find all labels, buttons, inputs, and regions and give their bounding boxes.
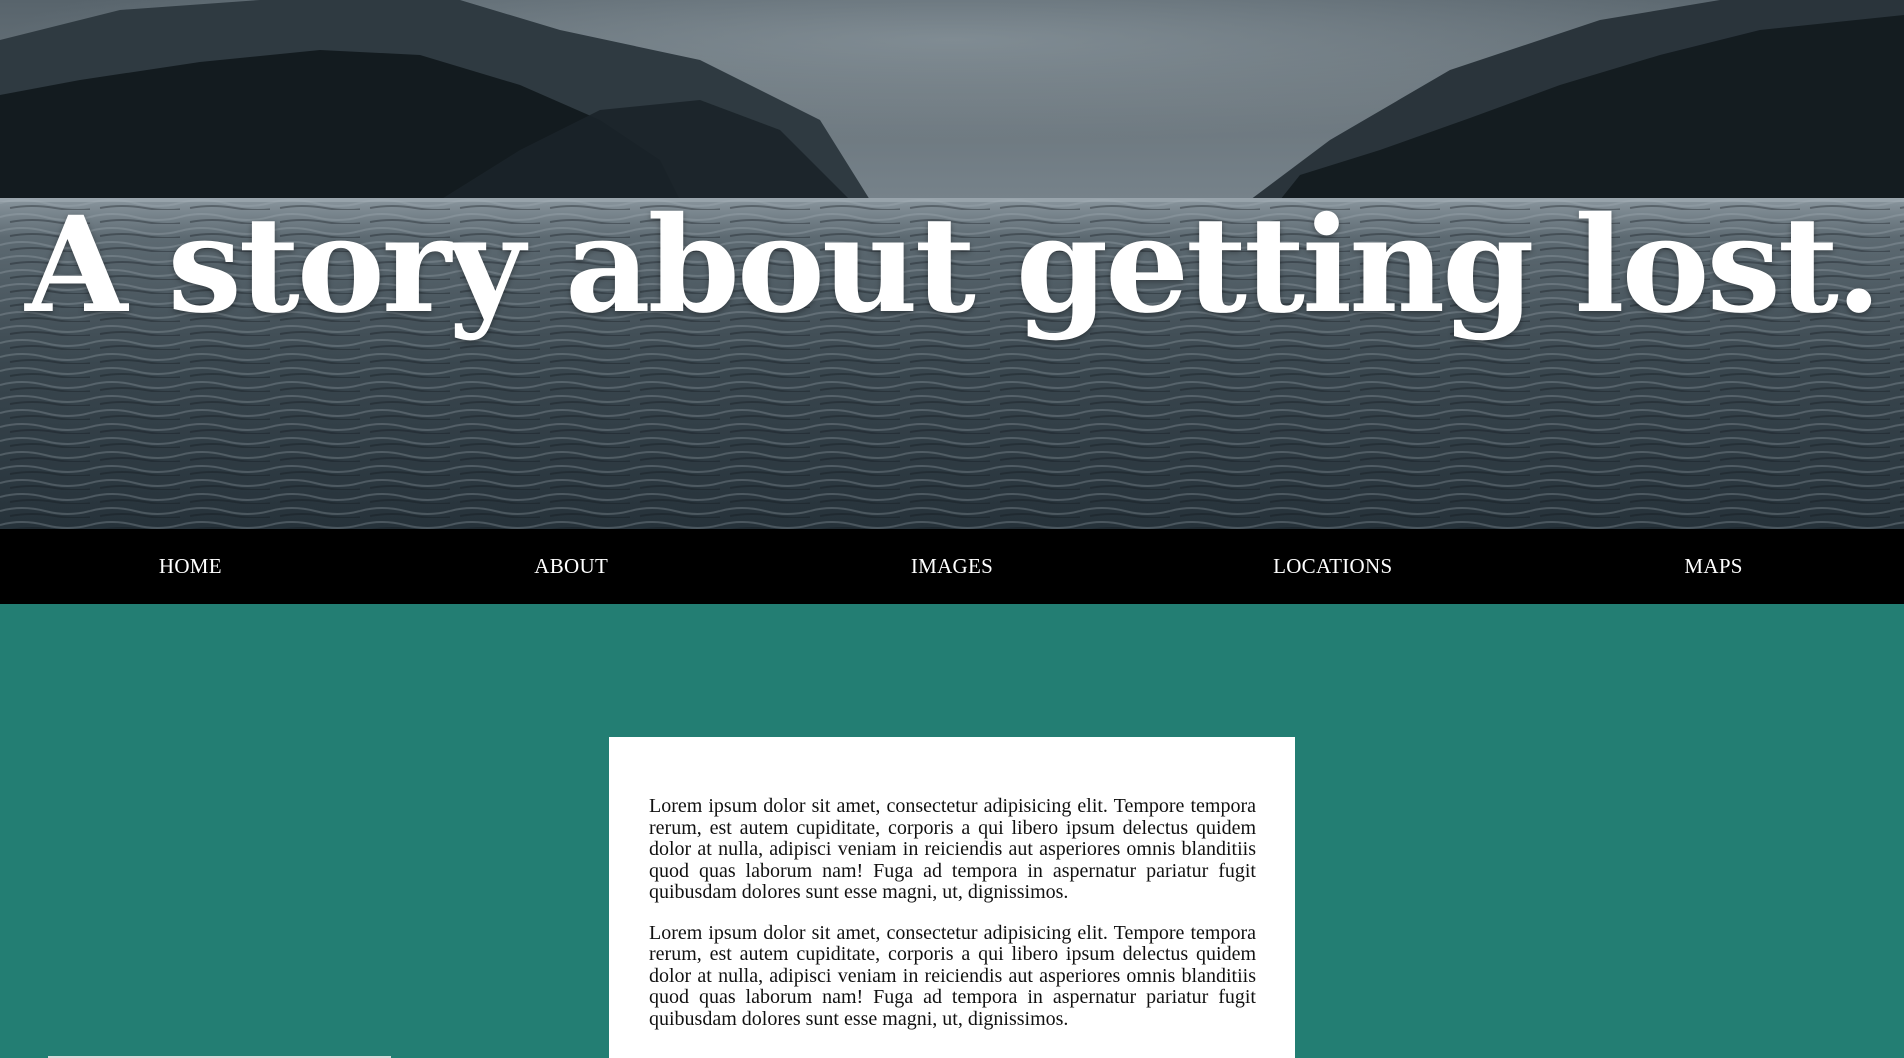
content-paragraph-2: Lorem ipsum dolor sit amet, consectetur … xyxy=(649,921,1256,1030)
main-navigation: HOME ABOUT IMAGES LOCATIONS MAPS xyxy=(0,529,1904,604)
nav-item-home[interactable]: HOME xyxy=(0,529,381,604)
hero-title: A story about getting lost. xyxy=(25,188,1882,343)
nav-item-images[interactable]: IMAGES xyxy=(762,529,1143,604)
nav-item-maps[interactable]: MAPS xyxy=(1523,529,1904,604)
content-card: Lorem ipsum dolor sit amet, consectetur … xyxy=(609,737,1295,1058)
hero-banner: A story about getting lost. xyxy=(0,0,1904,529)
nav-item-about[interactable]: ABOUT xyxy=(381,529,762,604)
content-paragraph-1: Lorem ipsum dolor sit amet, consectetur … xyxy=(649,795,1256,903)
nav-item-locations[interactable]: LOCATIONS xyxy=(1142,529,1523,604)
